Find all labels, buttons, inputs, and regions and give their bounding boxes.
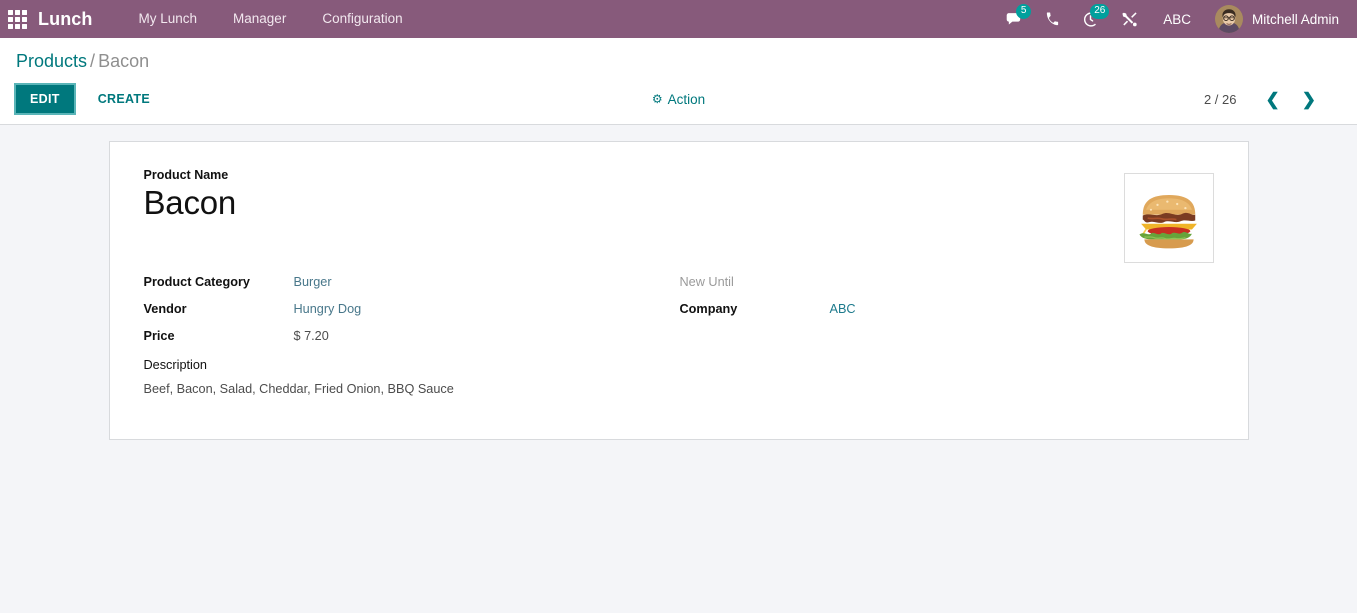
price-value: $ 7.20 xyxy=(293,328,329,343)
pager-counter: 2 / 26 xyxy=(1203,91,1237,107)
systray: 5 26 ABC Mitchell Admin xyxy=(995,0,1357,38)
create-button[interactable]: CREATE xyxy=(86,85,162,113)
action-menu-label: Action xyxy=(667,91,706,107)
breadcrumb-item-products[interactable]: Products xyxy=(16,51,87,71)
field-row-price: Price $ 7.20 xyxy=(144,329,679,343)
app-brand-lunch[interactable]: Lunch xyxy=(34,9,99,30)
pager-previous-button[interactable]: ❮ xyxy=(1255,89,1291,110)
breadcrumb: Products / Bacon xyxy=(8,38,1349,74)
company-value[interactable]: ABC xyxy=(830,302,856,316)
phone-icon xyxy=(1047,12,1059,25)
product-category-label: Product Category xyxy=(143,274,250,289)
company-switcher-abc[interactable]: ABC xyxy=(1149,0,1205,38)
vendor-value[interactable]: Hungry Dog xyxy=(294,302,362,316)
messaging-counter-badge: 5 xyxy=(1016,4,1032,19)
nav-menu-manager[interactable]: Manager xyxy=(215,0,304,38)
user-menu-button[interactable]: Mitchell Admin xyxy=(1205,0,1345,38)
field-row-company: Company ABC xyxy=(680,302,1214,316)
top-navbar: Lunch My Lunch Manager Configuration 5 2… xyxy=(0,0,1357,38)
apps-grid-icon xyxy=(7,9,27,29)
form-sheet: Product Name Bacon Product Category Burg… xyxy=(108,141,1249,440)
form-field-groups: Product Category Burger Vendor Hungry Do… xyxy=(144,275,1214,399)
gear-icon: ⚙ xyxy=(651,92,663,106)
product-title-block: Product Name Bacon xyxy=(144,168,1214,223)
form-group-right: New Until Company ABC xyxy=(679,275,1214,399)
debug-manager-button[interactable] xyxy=(1110,0,1149,38)
description-label: Description xyxy=(143,357,207,372)
messaging-menu-button[interactable]: 5 xyxy=(995,0,1034,38)
company-label: Company xyxy=(679,301,738,316)
activity-counter-badge: 26 xyxy=(1090,4,1110,19)
product-category-value[interactable]: Burger xyxy=(294,275,332,289)
tools-wrench-icon xyxy=(1122,11,1137,26)
voip-phone-button[interactable] xyxy=(1034,0,1071,38)
description-value: Beef, Bacon, Salad, Cheddar, Fried Onion… xyxy=(143,381,454,396)
new-until-label: New Until xyxy=(679,274,734,289)
control-panel-actions: EDIT CREATE ⚙ Action 2 / 26 ❮ ❯ xyxy=(8,74,1349,124)
vendor-label: Vendor xyxy=(143,301,187,316)
product-name-label: Product Name xyxy=(143,168,229,182)
control-panel: Products / Bacon EDIT CREATE ⚙ Action 2 / … xyxy=(0,38,1357,125)
pager-next-button[interactable]: ❯ xyxy=(1291,89,1327,110)
breadcrumb-item-current: Bacon xyxy=(98,51,150,71)
product-image-frame[interactable] xyxy=(1123,173,1214,263)
user-avatar xyxy=(1214,5,1243,33)
navbar-menu-list: My Lunch Manager Configuration xyxy=(121,0,421,38)
field-row-vendor: Vendor Hungry Dog xyxy=(144,302,679,316)
user-name-label: Mitchell Admin xyxy=(1251,11,1339,27)
description-block: Description Beef, Bacon, Salad, Cheddar,… xyxy=(144,358,679,399)
apps-menu-toggle[interactable] xyxy=(0,0,34,38)
edit-button[interactable]: EDIT xyxy=(14,83,76,115)
action-menu-dropdown[interactable]: ⚙ Action xyxy=(646,87,711,112)
field-row-product-category: Product Category Burger xyxy=(144,275,679,289)
activity-menu-button[interactable]: 26 xyxy=(1071,0,1110,38)
form-view-area: Product Name Bacon Product Category Burg… xyxy=(0,125,1357,440)
product-image-burger xyxy=(1127,177,1210,259)
record-pager: 2 / 26 ❮ ❯ xyxy=(1204,89,1349,110)
price-label: Price xyxy=(143,328,175,343)
form-group-left: Product Category Burger Vendor Hungry Do… xyxy=(144,275,679,399)
breadcrumb-separator: / xyxy=(90,51,96,71)
nav-menu-my-lunch[interactable]: My Lunch xyxy=(121,0,216,38)
product-name-value: Bacon xyxy=(143,184,237,221)
field-row-new-until: New Until xyxy=(680,275,1214,289)
nav-menu-configuration[interactable]: Configuration xyxy=(304,0,420,38)
